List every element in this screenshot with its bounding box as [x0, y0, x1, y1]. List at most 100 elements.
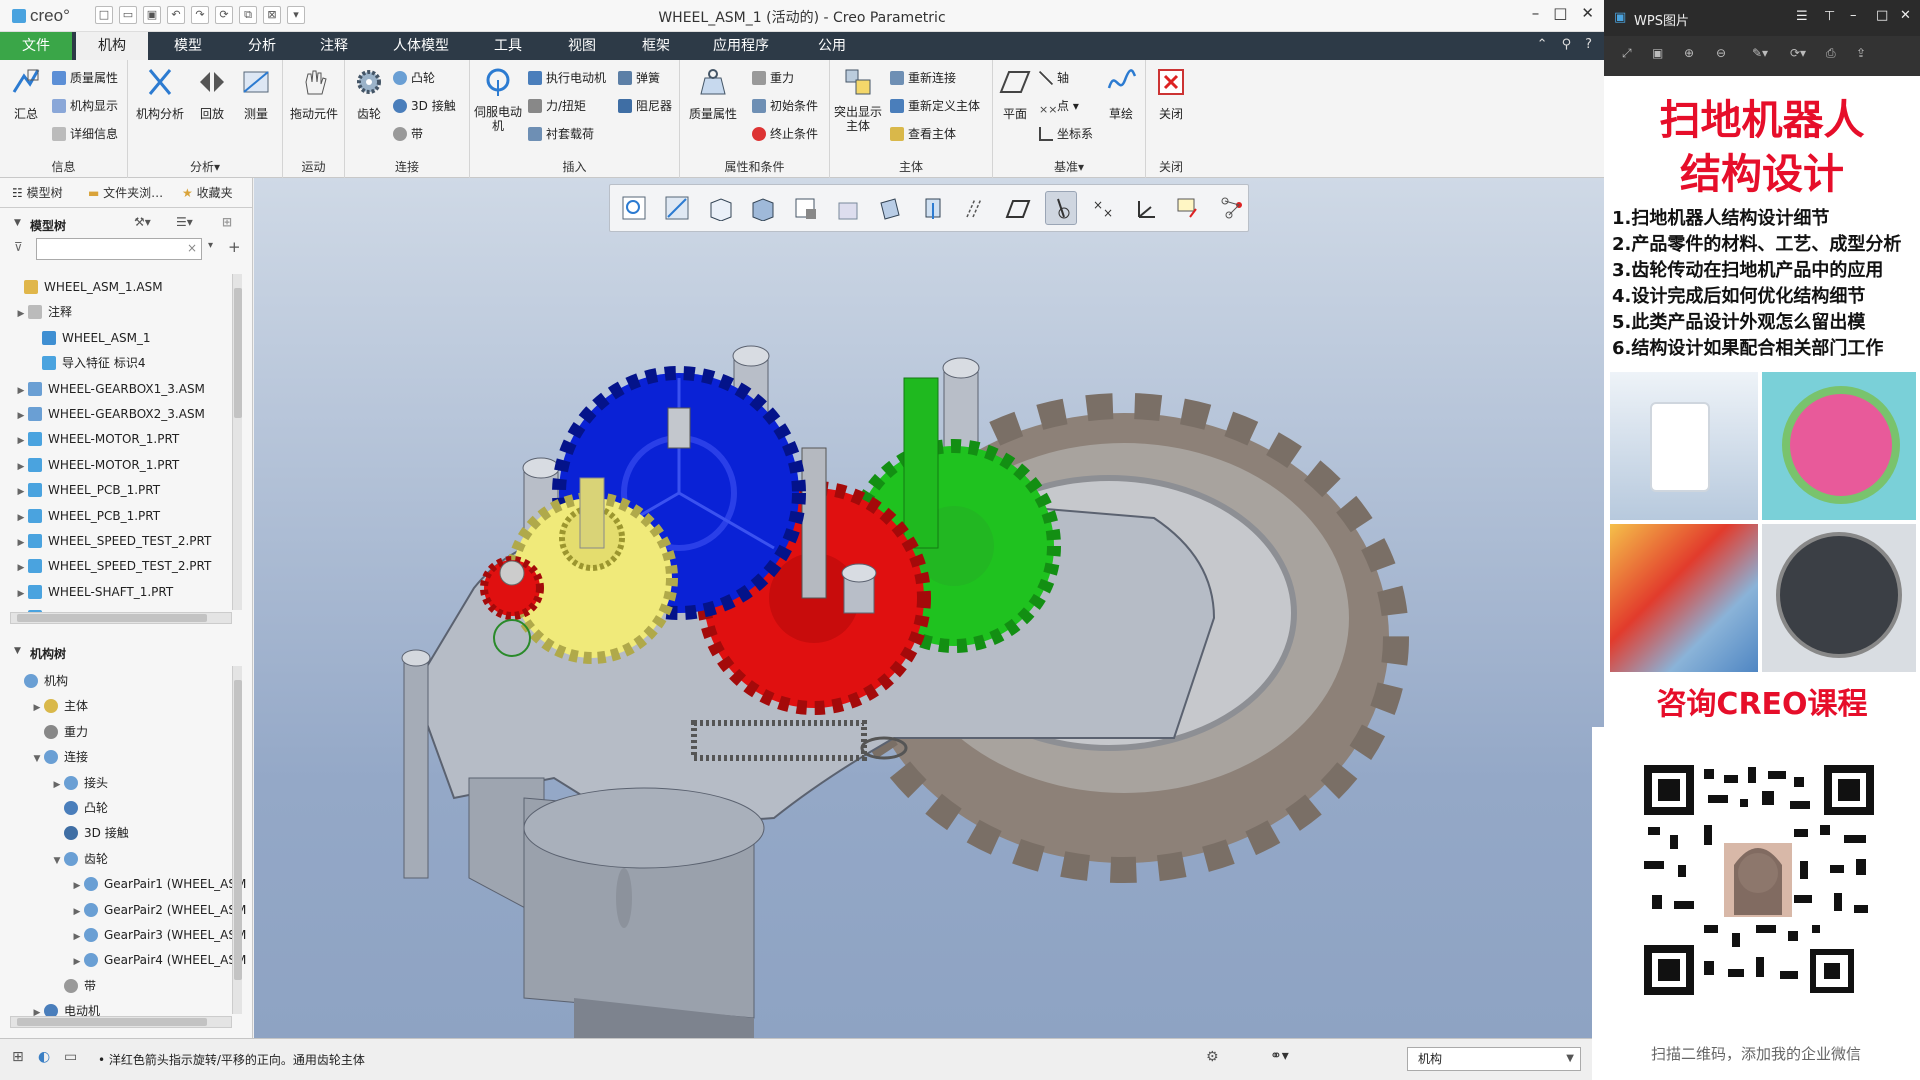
mech-tree-row[interactable]: ▼ 齿轮	[50, 848, 108, 870]
initial-condition-button[interactable]: 初始条件	[752, 96, 818, 116]
view-body-button[interactable]: 查看主体	[890, 124, 956, 144]
tab-common[interactable]: 公用	[796, 32, 868, 60]
expand-arrow-icon[interactable]: ▼	[30, 748, 44, 770]
search-icon[interactable]: ⚲	[1562, 37, 1572, 52]
tab-annotate[interactable]: 注释	[298, 32, 370, 60]
model-tree-row[interactable]: WHEEL_ASM_1	[28, 327, 151, 349]
expand-arrow-icon[interactable]: ▶	[30, 697, 44, 719]
gearbox-assembly-model[interactable]	[254, 178, 1604, 1038]
mech-tree-row[interactable]: ▶ GearPair3 (WHEEL_ASM	[70, 924, 246, 946]
wps-close-icon[interactable]: ✕	[1900, 8, 1911, 23]
measure-button[interactable]: 测量	[234, 66, 278, 122]
zoom-in-icon[interactable]: ⊕	[1684, 46, 1694, 60]
graphics-window[interactable]: × ×	[254, 178, 1604, 1038]
mass-properties-button[interactable]: 质量属性	[682, 66, 744, 122]
expand-arrow-icon[interactable]: ▶	[14, 481, 28, 503]
model-tree-row[interactable]: ▶ WHEEL_SPEED_TEST_2.PRT	[14, 555, 211, 577]
tab-mechanism[interactable]: 机构	[76, 32, 148, 60]
scroll-thumb[interactable]	[234, 680, 242, 980]
tab-file[interactable]: 文件	[0, 32, 72, 60]
expand-arrow-icon[interactable]: ▶	[14, 583, 28, 605]
mech-tree-scrollbar[interactable]	[232, 666, 242, 1014]
add-column-icon[interactable]: +	[228, 238, 241, 256]
tree-filter-icon[interactable]: ⊞	[222, 215, 232, 229]
tab-applications[interactable]: 应用程序	[700, 32, 782, 60]
sketch-button[interactable]: 草绘	[1099, 66, 1143, 122]
find-binoculars-icon[interactable]: ⚭▾	[1270, 1048, 1289, 1064]
tab-framework[interactable]: 框架	[620, 32, 692, 60]
gears-button[interactable]: 齿轮	[347, 66, 391, 122]
expand-arrow-icon[interactable]: ▶	[70, 951, 84, 973]
model-tree-row[interactable]: 导入特征 标识4	[28, 352, 145, 374]
damper-button[interactable]: 阻尼器	[618, 96, 672, 116]
browser-toggle-icon[interactable]: ◐	[38, 1049, 50, 1065]
wps-maximize-icon[interactable]: □	[1876, 8, 1888, 23]
mech-tree-row[interactable]: ▼ 连接	[30, 746, 88, 768]
drag-components-button[interactable]: 拖动元件	[287, 66, 341, 122]
pin-icon[interactable]: ⊤	[1824, 9, 1835, 24]
menu-icon[interactable]: ☰	[1796, 9, 1808, 24]
expand-arrow-icon[interactable]: ▶	[14, 430, 28, 452]
clear-search-icon[interactable]: ×	[187, 241, 197, 255]
redefine-body-button[interactable]: 重新定义主体	[890, 96, 980, 116]
3d-contact-button[interactable]: 3D 接触	[393, 96, 456, 116]
expand-arrow-icon[interactable]: ▶	[14, 456, 28, 478]
mech-tree-row[interactable]: 3D 接触	[50, 822, 129, 844]
gravity-button[interactable]: 重力	[752, 68, 794, 88]
playback-button[interactable]: 回放	[190, 66, 234, 122]
group-label-datum[interactable]: 基准▾	[993, 158, 1145, 175]
expand-arrow-icon[interactable]: ▶	[14, 303, 28, 325]
close-mech-button[interactable]: 关闭	[1148, 66, 1194, 122]
expand-arrow-icon[interactable]: ▶	[14, 507, 28, 529]
tab-model-tree[interactable]: ☷ 模型树	[12, 184, 63, 201]
belt-button[interactable]: 带	[393, 124, 423, 144]
expand-arrow-icon[interactable]: ▶	[70, 901, 84, 923]
fullscreen-icon[interactable]: ⤢	[1622, 46, 1632, 61]
group-label-analysis[interactable]: 分析▾	[128, 158, 282, 175]
mech-tree-row[interactable]: ▶ 主体	[30, 695, 88, 717]
model-tree-row[interactable]: ▶ WHEEL-GEARBOX2_3.ASM	[14, 403, 205, 425]
collapse-ribbon-icon[interactable]: ⌃	[1537, 37, 1548, 52]
expand-arrow-icon[interactable]: ▶	[14, 532, 28, 554]
details-button[interactable]: 详细信息	[52, 124, 118, 144]
force-torque-button[interactable]: 力/扭矩	[528, 96, 586, 116]
regen-status-icon[interactable]: ⚙	[1206, 1049, 1219, 1065]
rotate-icon[interactable]: ⟳▾	[1790, 46, 1806, 60]
model-tree-scrollbar[interactable]	[232, 274, 242, 610]
collapse-arrow-icon[interactable]: ▼	[14, 218, 21, 228]
model-tree-row[interactable]: WHEEL_ASM_1.ASM	[10, 276, 163, 298]
model-tree-row[interactable]: ▶ WHEEL-MOTOR_1.PRT	[14, 454, 179, 476]
hscroll-thumb[interactable]	[17, 614, 207, 622]
model-tree-hscroll[interactable]	[10, 612, 232, 624]
tab-folder-browser[interactable]: ▬ 文件夹浏…	[88, 184, 163, 201]
bushing-load-button[interactable]: 衬套载荷	[528, 124, 594, 144]
summary-button[interactable]: 汇总	[2, 66, 50, 122]
spring-button[interactable]: 弹簧	[618, 68, 660, 88]
model-tree-row[interactable]: ▶ WHEEL-GEARBOX1_3.ASM	[14, 378, 205, 400]
coordinate-system-button[interactable]: 坐标系	[1039, 124, 1093, 144]
mech-tree-row[interactable]: 凸轮	[50, 797, 108, 819]
zoom-out-icon[interactable]: ⊖	[1716, 46, 1726, 60]
reconnect-button[interactable]: 重新连接	[890, 68, 956, 88]
tree-search-input[interactable]: ×	[36, 238, 202, 260]
selection-filter-dropdown[interactable]: 机构 ▼	[1407, 1047, 1581, 1071]
share-icon[interactable]: ⇪	[1856, 46, 1866, 60]
tab-manikin[interactable]: 人体模型	[380, 32, 462, 60]
collapse-arrow-icon[interactable]: ▼	[14, 646, 21, 656]
tab-analysis[interactable]: 分析	[226, 32, 298, 60]
model-tree-row[interactable]: ▶ WHEEL_SPEED_TEST_2.PRT	[14, 530, 211, 552]
tree-settings-icon[interactable]: ⚒▾	[134, 215, 151, 229]
mech-analysis-button[interactable]: 机构分析	[132, 66, 188, 122]
model-tree-row[interactable]: ▶ WHEEL-MOTOR_1.PRT	[14, 428, 179, 450]
search-options-icon[interactable]: ▾	[208, 240, 213, 251]
edit-image-icon[interactable]: ✎▾	[1752, 46, 1768, 60]
mech-tree-row[interactable]: ▶ 接头	[50, 772, 108, 794]
mech-tree-hscroll[interactable]	[10, 1016, 232, 1028]
model-tree-row[interactable]: ▶ 注释	[14, 301, 72, 323]
wps-minimize-icon[interactable]: –	[1850, 8, 1857, 23]
expand-arrow-icon[interactable]: ▶	[70, 875, 84, 897]
print-icon[interactable]: ⎙	[1826, 46, 1836, 61]
navigator-toggle-icon[interactable]: ⊞	[12, 1049, 24, 1065]
tab-tools[interactable]: 工具	[472, 32, 544, 60]
termination-condition-button[interactable]: 终止条件	[752, 124, 818, 144]
